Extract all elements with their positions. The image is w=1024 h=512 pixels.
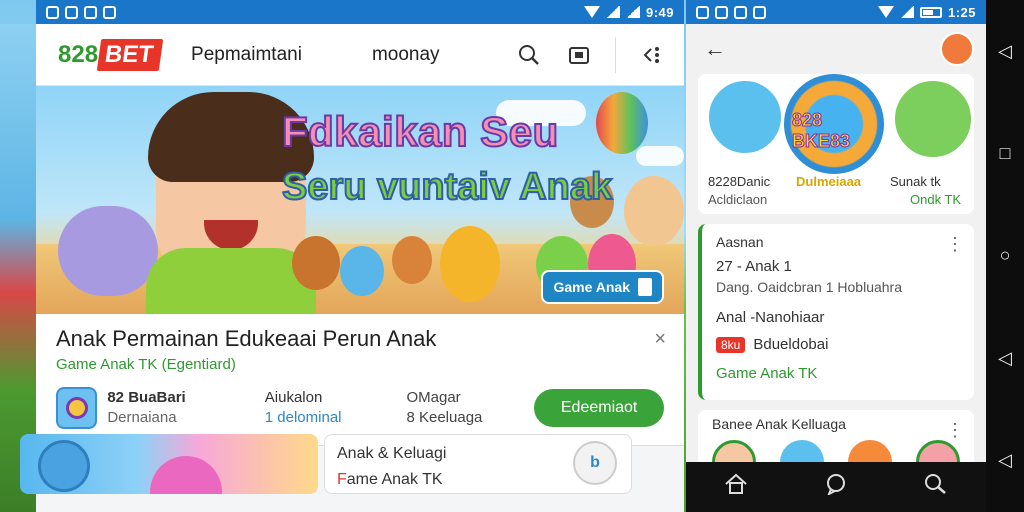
elf-illustration xyxy=(892,78,974,160)
nav-link-money[interactable]: moonay xyxy=(372,44,440,66)
download-icon[interactable] xyxy=(565,41,593,69)
back-arrow-icon[interactable]: ← xyxy=(704,36,726,62)
stat-label: Aiukalon xyxy=(264,389,323,406)
promo-banner[interactable]: Fdkaikan Seu Seru vuntaiv Anak Game Anak xyxy=(36,86,684,314)
status-time: 1:25 xyxy=(947,4,976,20)
bear-illustration xyxy=(340,246,384,296)
assistant-icon[interactable]: ○ xyxy=(1000,245,1011,266)
card-row: Dang. Oaidcbran 1 Hobluahra xyxy=(716,279,903,295)
card-title: Aasnan xyxy=(716,234,764,250)
chat-icon[interactable] xyxy=(825,473,847,501)
status-time: 9:49 xyxy=(645,4,674,20)
recents-icon[interactable]: □ xyxy=(1000,143,1011,164)
home-icon[interactable] xyxy=(724,473,748,501)
notification-icon xyxy=(84,5,97,19)
fox-illustration xyxy=(392,236,432,284)
brand-logo-badge: 828 BKE83 xyxy=(784,74,884,174)
screen: 9:49 1:25 828 BET Pepmaimtani moonay Fdk… xyxy=(0,0,1024,512)
developer-label: Dernaiana xyxy=(107,409,177,426)
banner-badge-button[interactable]: Game Anak xyxy=(541,270,664,304)
back-icon[interactable]: ◁ xyxy=(998,450,1012,471)
brand-logo[interactable]: 828 BET xyxy=(58,38,164,71)
more-vert-icon[interactable]: ⋮ xyxy=(946,420,964,441)
stat-value: 1 delominal xyxy=(264,409,342,426)
card-label: Acldiclaon xyxy=(708,192,768,207)
balloon-illustration xyxy=(596,92,648,154)
bear-illustration xyxy=(292,236,340,290)
notification-icon xyxy=(103,5,116,19)
notification-icon xyxy=(753,5,766,19)
app-title: Anak Permainan Edukeaai Perun Anak xyxy=(56,326,437,351)
app-category[interactable]: Game Anak TK (Egentiard) xyxy=(56,356,664,373)
card-subtitle: ame Anak TK xyxy=(346,471,443,488)
card-label: Dulmeiaaa xyxy=(796,174,862,189)
more-vert-icon[interactable]: ⋮ xyxy=(946,234,964,255)
more-options-icon[interactable] xyxy=(638,41,666,69)
recommendation-card-image[interactable] xyxy=(20,434,318,494)
game-detail-card[interactable]: ⋮ Aasnan 27 - Anak 1 Dang. Oaidcbran 1 H… xyxy=(698,224,974,400)
elephant-toy-illustration xyxy=(58,206,158,296)
signal-icon xyxy=(899,6,914,18)
phone-icon xyxy=(638,278,652,296)
notification-icon xyxy=(46,5,59,19)
cloud-decoration xyxy=(636,146,684,166)
stat-label: OMagar xyxy=(406,389,461,406)
divider xyxy=(615,36,616,73)
search-icon[interactable] xyxy=(924,473,948,501)
card-label: Ondk TK xyxy=(910,192,962,207)
nav-link-games[interactable]: Pepmaimtani xyxy=(191,44,302,66)
notification-icon xyxy=(696,5,709,19)
profile-avatar[interactable] xyxy=(940,32,974,66)
card-subtitle: Anal -Nanohiaar xyxy=(716,309,825,326)
card-row: 27 - Anak 1 xyxy=(716,258,792,275)
card-label: 8228Danic xyxy=(708,174,771,189)
card-label: Bdueldobai xyxy=(753,336,829,353)
boy-illustration xyxy=(706,78,784,156)
close-icon[interactable]: × xyxy=(654,328,666,351)
signal-icon xyxy=(625,6,640,18)
ball-illustration xyxy=(150,456,222,494)
tag-badge: 8ku xyxy=(716,336,746,353)
battery-icon xyxy=(919,6,942,18)
developer-name[interactable]: 82 BuaBari xyxy=(107,388,254,408)
dog-illustration xyxy=(624,176,684,246)
recommendation-row: Anak & Keluagi Fame Anak TK b xyxy=(20,434,632,494)
back-icon[interactable]: ◁ xyxy=(998,41,1012,62)
card-label: Sunak tk xyxy=(890,174,941,189)
app-info-section: Anak Permainan Edukeaai Perun Anak × Gam… xyxy=(36,314,684,446)
bottom-navigation xyxy=(686,462,986,512)
banner-title: Fdkaikan Seu xyxy=(281,107,559,156)
detail-header: ← xyxy=(686,24,986,74)
status-bar-right: 1:25 xyxy=(686,0,986,24)
system-navigation-bar: ◁ □ ○ ◁ ◁ xyxy=(986,0,1024,512)
notification-icon xyxy=(65,5,78,19)
app-icon xyxy=(56,387,98,429)
signal-icon xyxy=(605,6,620,18)
search-icon[interactable] xyxy=(515,41,543,69)
bear-illustration xyxy=(440,226,500,302)
install-button[interactable]: Edeemiaot xyxy=(534,389,664,427)
wifi-icon xyxy=(583,6,600,18)
notification-icon xyxy=(715,5,728,19)
featured-card[interactable]: 828 BKE83 8228Danic Acldiclaon Dulmeiaaa… xyxy=(698,74,974,214)
card-title: Banee Anak Kelluaga xyxy=(712,416,846,432)
category-link[interactable]: Game Anak TK xyxy=(716,365,960,382)
avatar[interactable]: b xyxy=(573,441,617,485)
app-header: 828 BET Pepmaimtani moonay xyxy=(36,24,684,86)
notification-icon xyxy=(734,5,747,19)
wifi-icon xyxy=(877,6,894,18)
banner-subtitle: Seru vuntaiv Anak xyxy=(281,165,613,209)
stat-value: 8 Keeluaga xyxy=(406,409,483,426)
globe-illustration xyxy=(38,440,90,492)
back-icon[interactable]: ◁ xyxy=(998,348,1012,369)
recommendation-card[interactable]: Anak & Keluagi Fame Anak TK b xyxy=(324,434,632,494)
status-bar-left: 9:49 xyxy=(36,0,684,24)
detail-panel: ← 828 BKE83 8228Danic Acldiclaon Dulmeia… xyxy=(686,24,986,480)
